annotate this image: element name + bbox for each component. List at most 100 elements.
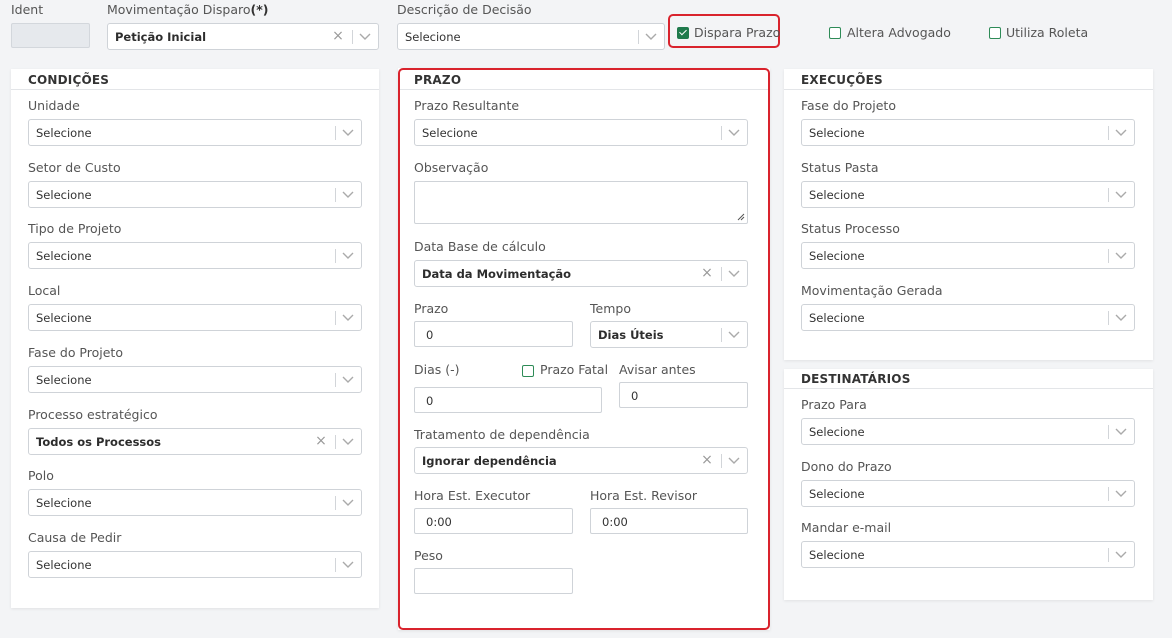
- select-value: Selecione: [36, 496, 92, 511]
- clear-icon[interactable]: ×: [332, 28, 344, 45]
- select-value: Selecione: [36, 311, 92, 326]
- select-value: Selecione: [36, 249, 92, 264]
- clear-icon[interactable]: ×: [315, 433, 327, 450]
- tratamento-select[interactable]: Ignorar dependência ×: [414, 447, 748, 474]
- clear-icon[interactable]: ×: [701, 452, 713, 469]
- prazo-fatal-checkbox[interactable]: [522, 365, 534, 377]
- descricao-select[interactable]: Selecione: [397, 23, 665, 50]
- hora-executor-label: Hora Est. Executor: [414, 488, 531, 503]
- prazo-input[interactable]: 0: [414, 321, 573, 347]
- destinatarios-field-select[interactable]: Selecione: [801, 541, 1135, 568]
- prazo-resultante-select[interactable]: Selecione: [414, 119, 748, 146]
- chevron-down-icon[interactable]: [1115, 489, 1127, 499]
- avisar-input[interactable]: 0: [619, 382, 748, 408]
- altera-advogado-checkbox[interactable]: [829, 27, 841, 39]
- condicoes-field-label: Setor de Custo: [28, 159, 121, 175]
- execucoes-field-label: Status Pasta: [801, 159, 879, 175]
- chevron-down-icon[interactable]: [1115, 251, 1127, 261]
- utiliza-roleta-checkbox[interactable]: [989, 27, 1001, 39]
- tempo-value: Dias Úteis: [598, 328, 664, 342]
- hora-revisor-input[interactable]: 0:00: [590, 508, 748, 534]
- condicoes-field-select[interactable]: Selecione: [28, 489, 362, 517]
- ident-field[interactable]: [11, 23, 90, 48]
- condicoes-field-select[interactable]: Selecione: [28, 242, 362, 270]
- select-value: Selecione: [809, 486, 865, 501]
- dispara-prazo-checkbox[interactable]: [677, 27, 689, 39]
- peso-input[interactable]: [414, 568, 573, 594]
- chevron-down-icon[interactable]: [359, 32, 371, 42]
- tratamento-value: Ignorar dependência: [422, 454, 557, 468]
- resize-handle-icon[interactable]: [737, 213, 745, 221]
- execucoes-field-select[interactable]: Selecione: [801, 119, 1135, 146]
- chevron-down-icon[interactable]: [342, 251, 354, 261]
- tratamento-label: Tratamento de dependência: [414, 427, 590, 442]
- select-value: Selecione: [36, 187, 92, 202]
- chevron-down-icon[interactable]: [728, 456, 740, 466]
- dias-label: Dias (-): [414, 362, 460, 377]
- chevron-down-icon[interactable]: [728, 269, 740, 279]
- condicoes-field-select[interactable]: Selecione: [28, 304, 362, 332]
- dias-value: 0: [426, 394, 434, 408]
- chevron-down-icon[interactable]: [342, 313, 354, 323]
- hora-revisor-value: 0:00: [602, 515, 628, 529]
- chevron-down-icon[interactable]: [342, 128, 354, 138]
- execucoes-field-select[interactable]: Selecione: [801, 304, 1135, 332]
- avisar-value: 0: [631, 389, 639, 403]
- prazo-resultante-value: Selecione: [422, 126, 478, 140]
- condicoes-field-select[interactable]: Selecione: [28, 119, 362, 146]
- select-value: Selecione: [809, 187, 865, 202]
- chevron-down-icon[interactable]: [645, 32, 657, 42]
- condicoes-field-label: Polo: [28, 468, 54, 484]
- chevron-down-icon[interactable]: [1115, 128, 1127, 138]
- condicoes-field-label: Fase do Projeto: [28, 344, 123, 360]
- select-value: Selecione: [36, 557, 92, 572]
- descricao-value: Selecione: [405, 30, 461, 44]
- clear-icon[interactable]: ×: [701, 265, 713, 282]
- chevron-down-icon[interactable]: [1115, 190, 1127, 200]
- peso-label: Peso: [414, 548, 443, 563]
- hora-executor-value: 0:00: [426, 515, 452, 529]
- condicoes-field-label: Causa de Pedir: [28, 529, 122, 545]
- hora-revisor-label: Hora Est. Revisor: [590, 488, 698, 503]
- hora-executor-input[interactable]: 0:00: [414, 508, 573, 534]
- condicoes-field-select[interactable]: Selecione: [28, 180, 362, 208]
- data-base-select[interactable]: Data da Movimentação ×: [414, 260, 748, 287]
- chevron-down-icon[interactable]: [728, 128, 740, 138]
- dias-input[interactable]: 0: [414, 387, 602, 413]
- select-value: Todos os Processos: [36, 434, 162, 449]
- destinatarios-field-label: Mandar e-mail: [801, 520, 892, 535]
- select-value: Selecione: [809, 548, 865, 562]
- condicoes-panel: [11, 69, 379, 608]
- condicoes-field-label: Local: [28, 283, 61, 299]
- chevron-down-icon[interactable]: [1115, 427, 1127, 437]
- chevron-down-icon[interactable]: [1115, 550, 1127, 560]
- condicoes-field-select[interactable]: Todos os Processos ×: [28, 427, 362, 455]
- destinatarios-field-label: Dono do Prazo: [801, 458, 892, 474]
- destinatarios-field-label: Prazo Para: [801, 397, 867, 412]
- select-value: Selecione: [809, 311, 865, 326]
- prazo-highlight: [398, 68, 770, 630]
- execucoes-field-select[interactable]: Selecione: [801, 242, 1135, 270]
- execucoes-field-label: Status Processo: [801, 221, 900, 237]
- chevron-down-icon[interactable]: [342, 375, 354, 385]
- chevron-down-icon[interactable]: [342, 437, 354, 447]
- chevron-down-icon[interactable]: [342, 498, 354, 508]
- observacao-textarea[interactable]: [414, 181, 748, 224]
- execucoes-field-select[interactable]: Selecione: [801, 180, 1135, 208]
- chevron-down-icon[interactable]: [342, 560, 354, 570]
- dispara-prazo-label: Dispara Prazo: [694, 25, 781, 40]
- movimentacao-label: Movimentação Disparo(*): [107, 2, 269, 17]
- chevron-down-icon[interactable]: [342, 190, 354, 200]
- condicoes-field-select[interactable]: Selecione: [28, 550, 362, 578]
- tempo-select[interactable]: Dias Úteis: [590, 321, 748, 348]
- condicoes-field-select[interactable]: Selecione: [28, 365, 362, 393]
- chevron-down-icon[interactable]: [728, 330, 740, 340]
- prazo-resultante-label: Prazo Resultante: [414, 98, 520, 113]
- destinatarios-field-select[interactable]: Selecione: [801, 479, 1135, 507]
- destinatarios-field-select[interactable]: Selecione: [801, 418, 1135, 445]
- movimentacao-select[interactable]: Petição Inicial ×: [107, 23, 379, 50]
- prazo-value: 0: [426, 328, 434, 342]
- execucoes-field-label: Movimentação Gerada: [801, 283, 943, 299]
- chevron-down-icon[interactable]: [1115, 313, 1127, 323]
- data-base-value: Data da Movimentação: [422, 267, 572, 281]
